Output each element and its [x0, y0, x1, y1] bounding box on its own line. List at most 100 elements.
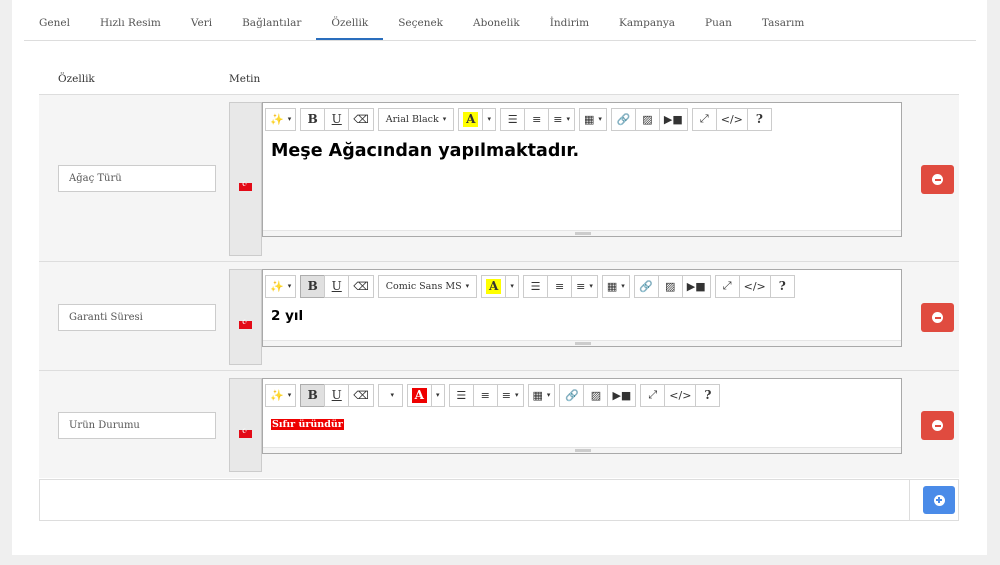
column-header-feature: Özellik [58, 73, 95, 85]
turkish-flag-icon [239, 181, 252, 191]
code-view-icon[interactable]: </> [738, 274, 771, 298]
tab-hizli-resim[interactable]: Hızlı Resim [85, 8, 176, 40]
help-icon[interactable]: ? [746, 107, 772, 131]
align-icon[interactable]: ≡ ▾ [548, 107, 575, 131]
highlight-color-button[interactable]: A [458, 107, 484, 131]
link-icon[interactable]: 🔗 [610, 107, 636, 131]
ordered-list-icon[interactable]: ≡ [547, 274, 573, 298]
plus-icon [933, 494, 945, 506]
magic-wand-icon[interactable]: ✨ ▾ [265, 107, 297, 131]
tab-bar: Genel Hızlı Resim Veri Bağlantılar Özell… [24, 8, 976, 41]
tab-kampanya[interactable]: Kampanya [604, 8, 690, 40]
highlight-color-button[interactable]: A [406, 383, 432, 407]
fullscreen-icon[interactable]: ⤢ [640, 383, 666, 407]
color-caret-button[interactable]: ▾ [482, 107, 497, 131]
code-view-icon[interactable]: </> [664, 383, 697, 407]
eraser-icon[interactable]: ⌫ [348, 383, 374, 407]
fullscreen-icon[interactable]: ⤢ [691, 107, 717, 131]
align-icon[interactable]: ≡ ▾ [571, 274, 598, 298]
editor-content[interactable]: Meşe Ağacından yapılmaktadır. [271, 141, 579, 161]
font-family-label: Comic Sans MS [385, 280, 462, 292]
tab-genel[interactable]: Genel [24, 8, 85, 40]
feature-name-input[interactable] [58, 412, 216, 439]
magic-wand-icon[interactable]: ✨ ▾ [265, 383, 297, 407]
rich-text-editor[interactable]: ✨ ▾ B U ⌫ Comic Sans MS ▾ A ▾ ☰ ≡ ≡ ▾ ▦ ▾ 🔗 … [262, 269, 902, 347]
eraser-icon[interactable]: ⌫ [348, 274, 374, 298]
add-row-bar [39, 479, 959, 521]
bold-button[interactable]: B [300, 383, 326, 407]
font-family-select[interactable]: Arial Black ▾ [377, 107, 455, 131]
unordered-list-icon[interactable]: ☰ [448, 383, 474, 407]
fullscreen-icon[interactable]: ⤢ [714, 274, 740, 298]
turkish-flag-icon [239, 428, 252, 438]
column-header-text: Metin [229, 73, 261, 85]
table-icon[interactable]: ▦ ▾ [601, 274, 630, 298]
eraser-icon[interactable]: ⌫ [348, 107, 374, 131]
help-icon[interactable]: ? [769, 274, 795, 298]
video-icon[interactable]: ▶■ [607, 383, 637, 407]
ordered-list-icon[interactable]: ≡ [524, 107, 550, 131]
color-caret-button[interactable]: ▾ [505, 274, 520, 298]
minus-icon [932, 312, 943, 323]
code-view-icon[interactable]: </> [715, 107, 748, 131]
underline-button[interactable]: U [324, 383, 350, 407]
tab-ozellik[interactable]: Özellik [316, 8, 384, 40]
tab-tasarim[interactable]: Tasarım [747, 8, 819, 40]
help-icon[interactable]: ? [695, 383, 721, 407]
delete-row-button[interactable] [921, 165, 954, 194]
font-family-select[interactable]: ▾ [377, 383, 403, 407]
underline-button[interactable]: U [324, 274, 350, 298]
editor-toolbar: ✨ ▾ B U ⌫ ▾ A ▾ ☰ ≡ ≡ ▾ ▦ ▾ 🔗 ▨ ▶■ ⤢ </>… [265, 382, 725, 408]
feature-name-input[interactable] [58, 304, 216, 331]
feature-name-input[interactable] [58, 165, 216, 192]
editor-toolbar: ✨ ▾ B U ⌫ Arial Black ▾ A ▾ ☰ ≡ ≡ ▾ ▦ ▾ 🔗 ▨ … [265, 106, 777, 132]
editor-resize-handle[interactable] [263, 340, 901, 346]
link-icon[interactable]: 🔗 [559, 383, 585, 407]
editor-content[interactable]: 2 yıl [271, 308, 303, 324]
magic-wand-icon[interactable]: ✨ ▾ [265, 274, 297, 298]
turkish-flag-icon [239, 319, 252, 329]
add-row-button[interactable] [923, 486, 955, 514]
highlight-a-icon: A [463, 111, 479, 127]
bold-button[interactable]: B [300, 274, 326, 298]
align-icon[interactable]: ≡ ▾ [496, 383, 524, 407]
tab-puan[interactable]: Puan [690, 8, 747, 40]
unordered-list-icon[interactable]: ☰ [523, 274, 549, 298]
link-icon[interactable]: 🔗 [633, 274, 659, 298]
rich-text-editor[interactable]: ✨ ▾ B U ⌫ ▾ A ▾ ☰ ≡ ≡ ▾ ▦ ▾ 🔗 ▨ ▶■ ⤢ </>… [262, 378, 902, 454]
ordered-list-icon[interactable]: ≡ [472, 383, 498, 407]
rich-text-editor[interactable]: ✨ ▾ B U ⌫ Arial Black ▾ A ▾ ☰ ≡ ≡ ▾ ▦ ▾ 🔗 ▨ … [262, 102, 902, 237]
editor-content[interactable]: Sıfır üründür [271, 419, 344, 430]
unordered-list-icon[interactable]: ☰ [500, 107, 526, 131]
table-icon[interactable]: ▦ ▾ [527, 383, 556, 407]
language-column [229, 269, 262, 365]
font-family-select[interactable]: Comic Sans MS ▾ [377, 274, 478, 298]
delete-row-button[interactable] [921, 411, 954, 440]
tab-secenek[interactable]: Seçenek [383, 8, 458, 40]
tab-baglantilar[interactable]: Bağlantılar [227, 8, 316, 40]
minus-icon [932, 174, 943, 185]
video-icon[interactable]: ▶■ [681, 274, 711, 298]
add-cell [909, 480, 959, 520]
bold-button[interactable]: B [300, 107, 326, 131]
image-icon[interactable]: ▨ [583, 383, 609, 407]
image-icon[interactable]: ▨ [634, 107, 660, 131]
video-icon[interactable]: ▶■ [658, 107, 688, 131]
editor-resize-handle[interactable] [263, 447, 901, 453]
underline-button[interactable]: U [324, 107, 350, 131]
color-caret-button[interactable]: ▾ [430, 383, 445, 407]
delete-row-button[interactable] [921, 303, 954, 332]
feature-row: ✨▾ B U ⌫ Comic Sans MS▾ A ▾ ☰ ≡ ≡▾ ▦▾ 🔗 … [39, 261, 959, 370]
table-icon[interactable]: ▦ ▾ [578, 107, 607, 131]
editor-resize-handle[interactable] [263, 230, 901, 236]
image-icon[interactable]: ▨ [657, 274, 683, 298]
feature-row: ✨▾ B U ⌫ ▾ A ▾ ☰ ≡ ≡▾ ▦▾ 🔗 ▨ ▶■ [39, 370, 959, 478]
language-column [229, 102, 262, 256]
highlight-a-icon: A [486, 278, 502, 294]
tab-indirim[interactable]: İndirim [535, 8, 604, 40]
tab-abonelik[interactable]: Abonelik [458, 8, 535, 40]
tab-veri[interactable]: Veri [176, 8, 227, 40]
highlight-color-button[interactable]: A [481, 274, 507, 298]
language-column [229, 378, 262, 472]
highlight-a-icon: A [411, 387, 427, 403]
